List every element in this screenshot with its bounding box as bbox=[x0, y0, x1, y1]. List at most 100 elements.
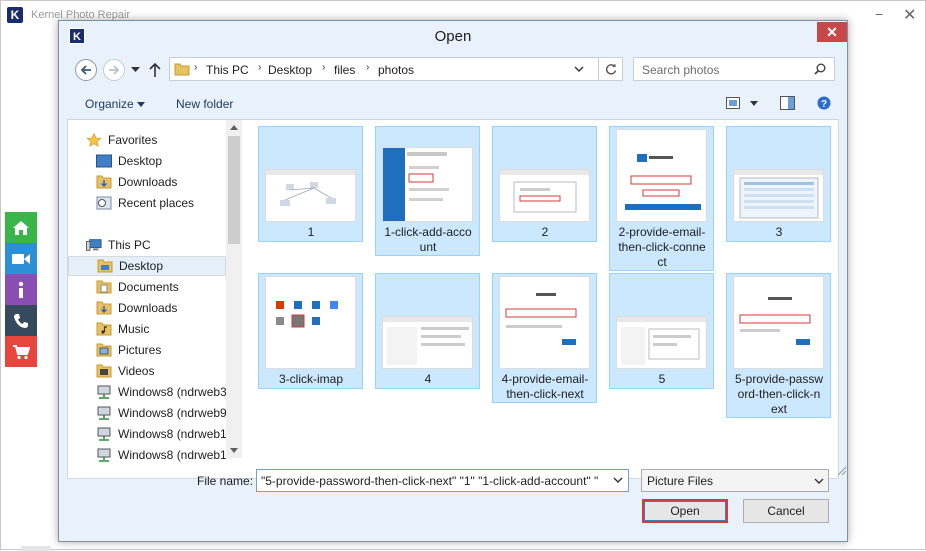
app-close-button[interactable]: ✕ bbox=[903, 5, 916, 25]
new-folder-button[interactable]: New folder bbox=[176, 97, 233, 111]
file-tile[interactable]: 2-provide-email- then-click-conne ct bbox=[609, 126, 714, 271]
nav-item-pictures[interactable]: Pictures bbox=[68, 340, 226, 360]
downloads-folder-icon bbox=[96, 175, 112, 189]
file-label: 1 bbox=[307, 225, 315, 239]
recent-locations-chevron-icon[interactable] bbox=[131, 67, 140, 73]
nav-item-downloads-fav[interactable]: Downloads bbox=[68, 172, 226, 192]
nav-scrollbar[interactable] bbox=[226, 120, 242, 458]
open-button[interactable]: Open bbox=[642, 499, 728, 523]
file-list: 1 1-click-add-acco unt 2 2-provide-email… bbox=[244, 120, 838, 478]
dialog-titlebar: K Open ✕ bbox=[59, 21, 847, 51]
dialog-close-button[interactable]: ✕ bbox=[817, 22, 847, 42]
resize-grip-icon[interactable] bbox=[837, 466, 847, 476]
nav-item-label: Windows8 (ndrweb1 bbox=[118, 448, 227, 462]
navigation-bar: › This PC › Desktop › files › photos Sea… bbox=[67, 55, 839, 85]
star-icon bbox=[86, 133, 102, 147]
breadcrumb-photos[interactable]: photos bbox=[378, 63, 414, 77]
nav-item-network-drive[interactable]: Windows8 (ndrweb9 bbox=[68, 403, 227, 423]
nav-item-music[interactable]: Music bbox=[68, 319, 226, 339]
nav-item-desktop-fav[interactable]: Desktop bbox=[68, 151, 226, 171]
address-dropdown-icon[interactable] bbox=[574, 66, 584, 73]
forward-button[interactable] bbox=[103, 59, 125, 81]
file-tile[interactable]: 1-click-add-acco unt bbox=[375, 126, 480, 256]
breadcrumb-this-pc[interactable]: This PC bbox=[206, 63, 249, 77]
view-options-icon[interactable] bbox=[726, 97, 740, 109]
nav-item-label: Windows8 (ndrweb1 bbox=[118, 427, 227, 441]
file-tile[interactable]: 4 bbox=[375, 273, 480, 389]
file-thumbnail bbox=[616, 316, 707, 369]
home-icon bbox=[13, 220, 29, 235]
nav-item-videos[interactable]: Videos bbox=[68, 361, 226, 381]
nav-item-network-drive[interactable]: Windows8 (ndrweb3 bbox=[68, 382, 227, 402]
organize-button[interactable]: Organize bbox=[85, 97, 134, 111]
file-name-dropdown-icon[interactable] bbox=[613, 477, 623, 484]
arrow-left-icon bbox=[80, 65, 91, 75]
file-label: 5 bbox=[658, 372, 666, 386]
up-arrow-icon[interactable] bbox=[149, 63, 161, 77]
search-icon[interactable] bbox=[814, 63, 826, 75]
nav-item-desktop[interactable]: Desktop bbox=[68, 256, 226, 276]
nav-item-label: Windows8 (ndrweb9 bbox=[118, 406, 227, 420]
file-name-input[interactable]: "5-provide-password-then-click-next" "1"… bbox=[256, 469, 629, 492]
file-thumbnail bbox=[265, 276, 356, 369]
scroll-up-icon[interactable] bbox=[230, 125, 238, 130]
file-label-line1: 2-provide-email- bbox=[618, 225, 706, 239]
file-tile[interactable]: 5-provide-passw ord-then-click-n ext bbox=[726, 273, 831, 418]
search-input[interactable]: Search photos bbox=[633, 57, 835, 81]
breadcrumb-desktop[interactable]: Desktop bbox=[268, 63, 312, 77]
video-button[interactable] bbox=[5, 243, 37, 274]
nav-item-label: Pictures bbox=[118, 343, 162, 357]
nav-favorites-label: Favorites bbox=[108, 133, 158, 147]
file-label: 3 bbox=[775, 225, 783, 239]
address-bar[interactable]: › This PC › Desktop › files › photos bbox=[169, 57, 599, 81]
refresh-icon bbox=[605, 63, 616, 75]
nav-scroll-thumb[interactable] bbox=[228, 136, 240, 244]
nav-favorites[interactable]: Favorites bbox=[68, 130, 226, 150]
refresh-button[interactable] bbox=[599, 57, 623, 81]
cart-button[interactable] bbox=[5, 336, 37, 367]
network-drive-icon bbox=[97, 427, 111, 441]
phone-button[interactable] bbox=[5, 305, 37, 336]
nav-item-network-drive[interactable]: Windows8 (ndrweb1 bbox=[68, 445, 227, 465]
file-tile[interactable]: 4-provide-email- then-click-next bbox=[492, 273, 597, 403]
file-tile[interactable]: 1 bbox=[258, 126, 363, 242]
nav-item-downloads[interactable]: Downloads bbox=[68, 298, 226, 318]
network-drive-icon bbox=[97, 448, 111, 462]
nav-item-label: Recent places bbox=[118, 196, 195, 210]
cancel-button[interactable]: Cancel bbox=[743, 499, 829, 523]
file-type-value: Picture Files bbox=[647, 474, 714, 488]
home-button[interactable] bbox=[5, 212, 37, 243]
nav-this-pc[interactable]: This PC bbox=[68, 235, 226, 255]
file-tile[interactable]: 5 bbox=[609, 273, 714, 389]
file-type-dropdown-icon[interactable] bbox=[814, 478, 824, 485]
file-thumbnail bbox=[499, 276, 590, 369]
nav-item-label: Desktop bbox=[119, 259, 164, 273]
file-label-line3: ct bbox=[657, 255, 667, 269]
nav-item-recent-places[interactable]: Recent places bbox=[68, 193, 226, 213]
file-label-line3: ext bbox=[770, 402, 787, 416]
file-label-line2: unt bbox=[419, 240, 437, 254]
file-tile[interactable]: 3-click-imap bbox=[258, 273, 363, 389]
folder-icon bbox=[97, 259, 113, 273]
breadcrumb-files[interactable]: files bbox=[334, 63, 355, 77]
network-drive-icon bbox=[97, 406, 111, 420]
file-label-line2: ord-then-click-n bbox=[737, 387, 821, 401]
file-tile[interactable]: 2 bbox=[492, 126, 597, 242]
file-tile[interactable]: 3 bbox=[726, 126, 831, 242]
file-name-label: File name: bbox=[197, 474, 254, 488]
preview-pane-icon[interactable] bbox=[780, 96, 795, 110]
help-icon[interactable]: ? bbox=[817, 96, 831, 110]
nav-item-label: Documents bbox=[118, 280, 179, 294]
back-button[interactable] bbox=[75, 59, 97, 81]
documents-folder-icon bbox=[96, 280, 112, 294]
scroll-down-icon[interactable] bbox=[230, 448, 238, 453]
content-area: Favorites Desktop Downloads Recent place… bbox=[67, 119, 847, 479]
minimize-button[interactable]: − bbox=[875, 6, 883, 22]
view-chevron-icon[interactable] bbox=[750, 101, 758, 106]
nav-item-network-drive[interactable]: Windows8 (ndrweb1 bbox=[68, 424, 227, 444]
file-type-select[interactable]: Picture Files bbox=[641, 469, 829, 492]
video-icon bbox=[12, 253, 30, 264]
info-button[interactable] bbox=[5, 274, 37, 305]
file-label: 3-click-imap bbox=[278, 372, 343, 386]
nav-item-documents[interactable]: Documents bbox=[68, 277, 226, 297]
